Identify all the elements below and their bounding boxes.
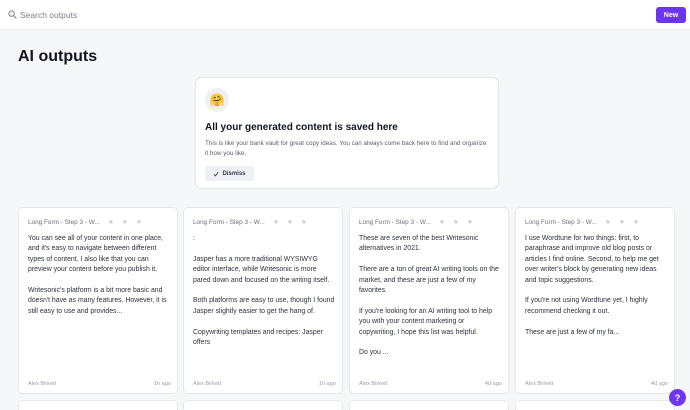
output-card[interactable]: Long Form - Step 3 - W... ★ ★ ★ These ar…: [349, 207, 509, 394]
help-button[interactable]: ?: [669, 389, 686, 406]
page-title: AI outputs: [18, 48, 98, 65]
card-time: 4d ago: [484, 381, 502, 387]
card-paragraph: Do you ...: [359, 349, 389, 357]
output-card[interactable]: Long Form - Step 3 - W... ★ ★ ★ I use Wo…: [515, 207, 675, 394]
card-time: 1h ago: [153, 381, 171, 387]
star-icon[interactable]: ★: [273, 219, 280, 226]
card-body: I use Wordtune for two things: first, to…: [525, 234, 667, 348]
check-icon: [214, 171, 219, 176]
card-body: These are seven of the best Writesonic a…: [359, 234, 501, 369]
output-card-partial[interactable]: [183, 400, 343, 410]
top-bar: New: [0, 0, 690, 30]
star-icon[interactable]: ★: [633, 219, 640, 226]
output-card-partial[interactable]: [515, 400, 675, 410]
star-icon[interactable]: ★: [453, 219, 460, 226]
output-card-partial[interactable]: [349, 400, 509, 410]
card-body: You can see all of your content in one p…: [28, 234, 170, 328]
card-tag: Long Form - Step 3 - W...: [193, 218, 265, 226]
rating-stars[interactable]: ★ ★ ★: [108, 219, 143, 226]
card-time: 4d ago: [650, 381, 668, 387]
card-paragraph: Writesonic's platform is a bit more basi…: [28, 287, 167, 315]
star-icon[interactable]: ★: [619, 219, 626, 226]
dismiss-button[interactable]: Dismiss: [205, 166, 254, 181]
card-tag: Long Form - Step 3 - W...: [359, 218, 431, 226]
card-paragraph: These are seven of the best Writesonic a…: [359, 235, 479, 253]
search-icon: [8, 10, 17, 19]
star-icon[interactable]: ★: [467, 219, 474, 226]
rating-stars[interactable]: ★ ★ ★: [439, 219, 474, 226]
card-paragraph: :: [193, 235, 195, 242]
card-paragraph: There are a ton of great AI writing tool…: [359, 266, 499, 295]
star-icon[interactable]: ★: [605, 219, 612, 226]
info-card: 🤗 All your generated content is saved he…: [195, 77, 499, 189]
output-card-partial[interactable]: [18, 400, 178, 410]
rating-stars[interactable]: ★ ★ ★: [605, 219, 640, 226]
card-paragraph: Jasper has a more traditional WYSIWYG ed…: [193, 255, 330, 284]
rating-stars[interactable]: ★ ★ ★: [273, 219, 308, 226]
info-card-title: All your generated content is saved here: [205, 122, 398, 133]
card-author: Alex Birkett: [359, 381, 388, 387]
card-author: Alex Birkett: [525, 381, 554, 387]
output-card[interactable]: Long Form - Step 3 - W... ★ ★ ★ You can …: [18, 207, 178, 394]
card-paragraph: You can see all of your content in one p…: [28, 235, 163, 274]
star-icon[interactable]: ★: [439, 219, 446, 226]
card-paragraph: Copywriting templates and recipes: Jaspe…: [193, 328, 323, 347]
star-icon[interactable]: ★: [108, 219, 115, 226]
card-paragraph: If you're looking for an AI writing tool…: [359, 307, 493, 336]
card-body: : Jasper has a more traditional WYSIWYG …: [193, 234, 335, 359]
card-paragraph: Both platforms are easy to use, though I…: [193, 297, 335, 315]
card-tag: Long Form - Step 3 - W...: [28, 218, 100, 226]
card-paragraph: I use Wordtune for two things: first, to…: [525, 235, 659, 284]
output-card[interactable]: Long Form - Step 3 - W... ★ ★ ★ : Jasper…: [183, 207, 343, 394]
search-input[interactable]: [20, 7, 320, 23]
card-paragraph: If you're not using Wordtune yet, I high…: [525, 297, 648, 315]
card-author: Alex Birkett: [28, 381, 57, 387]
new-button[interactable]: New: [656, 7, 686, 23]
star-icon[interactable]: ★: [122, 219, 129, 226]
card-author: Alex Birkett: [193, 381, 222, 387]
dismiss-label: Dismiss: [222, 170, 246, 177]
card-paragraph: These are just a few of my fa...: [525, 328, 620, 336]
star-icon[interactable]: ★: [287, 219, 294, 226]
smiling-face-icon: 🤗: [205, 88, 229, 112]
card-tag: Long Form - Step 3 - W...: [525, 218, 597, 226]
star-icon[interactable]: ★: [301, 219, 308, 226]
info-card-description: This is like your bank vault for great c…: [205, 140, 487, 157]
card-time: 1h ago: [318, 381, 336, 387]
star-icon[interactable]: ★: [136, 219, 143, 226]
